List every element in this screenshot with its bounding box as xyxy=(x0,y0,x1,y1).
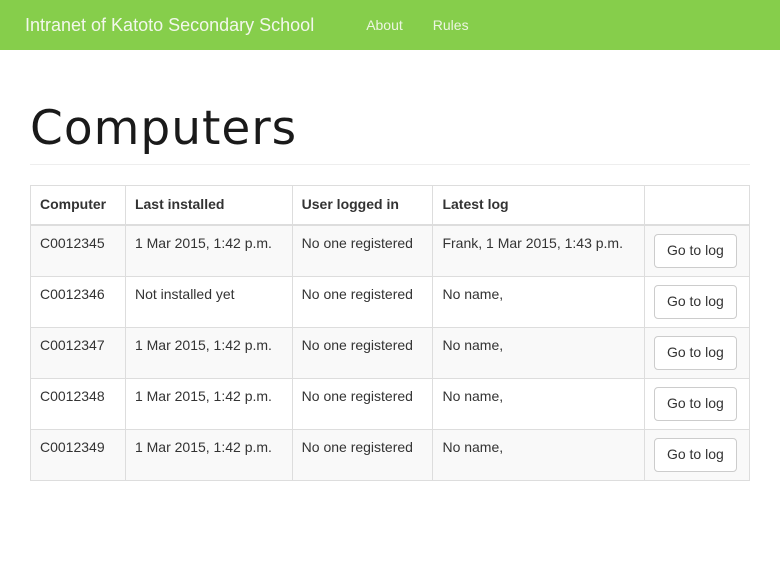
column-header-user-logged-in: User logged in xyxy=(292,185,433,224)
cell-computer: C0012346 xyxy=(31,276,126,327)
nav-link-rules[interactable]: Rules xyxy=(418,0,484,50)
cell-last-installed: 1 Mar 2015, 1:42 p.m. xyxy=(125,225,292,276)
page-container: Computers Computer Last installed User l… xyxy=(15,103,765,481)
go-to-log-button[interactable]: Go to log xyxy=(654,234,737,268)
cell-action: Go to log xyxy=(644,327,749,378)
column-header-latest-log: Latest log xyxy=(433,185,645,224)
cell-computer: C0012348 xyxy=(31,378,126,429)
navbar-item-rules: Rules xyxy=(418,0,484,50)
page-header: Computers xyxy=(30,103,750,165)
cell-action: Go to log xyxy=(644,276,749,327)
table-row: C0012346 Not installed yet No one regist… xyxy=(31,276,750,327)
go-to-log-button[interactable]: Go to log xyxy=(654,285,737,319)
table-row: C0012349 1 Mar 2015, 1:42 p.m. No one re… xyxy=(31,429,750,480)
navbar-inner: Intranet of Katoto Secondary School Abou… xyxy=(0,0,780,50)
cell-computer: C0012347 xyxy=(31,327,126,378)
column-header-computer: Computer xyxy=(31,185,126,224)
go-to-log-button[interactable]: Go to log xyxy=(654,438,737,472)
go-to-log-button[interactable]: Go to log xyxy=(654,387,737,421)
cell-latest-log: No name, xyxy=(433,327,645,378)
cell-latest-log: No name, xyxy=(433,429,645,480)
go-to-log-button[interactable]: Go to log xyxy=(654,336,737,370)
cell-latest-log: No name, xyxy=(433,378,645,429)
cell-action: Go to log xyxy=(644,429,749,480)
cell-user-logged-in: No one registered xyxy=(292,429,433,480)
cell-user-logged-in: No one registered xyxy=(292,276,433,327)
computers-table: Computer Last installed User logged in L… xyxy=(30,185,750,481)
cell-action: Go to log xyxy=(644,225,749,276)
cell-user-logged-in: No one registered xyxy=(292,225,433,276)
table-row: C0012347 1 Mar 2015, 1:42 p.m. No one re… xyxy=(31,327,750,378)
navbar-item-about: About xyxy=(351,0,418,50)
cell-computer: C0012345 xyxy=(31,225,126,276)
navbar-brand-link[interactable]: Intranet of Katoto Secondary School xyxy=(25,0,329,50)
column-header-last-installed: Last installed xyxy=(125,185,292,224)
cell-last-installed: 1 Mar 2015, 1:42 p.m. xyxy=(125,378,292,429)
navbar-nav: About Rules xyxy=(351,0,483,50)
top-navbar: Intranet of Katoto Secondary School Abou… xyxy=(0,0,780,50)
cell-latest-log: Frank, 1 Mar 2015, 1:43 p.m. xyxy=(433,225,645,276)
cell-computer: C0012349 xyxy=(31,429,126,480)
column-header-actions xyxy=(644,185,749,224)
cell-last-installed: 1 Mar 2015, 1:42 p.m. xyxy=(125,327,292,378)
table-row: C0012345 1 Mar 2015, 1:42 p.m. No one re… xyxy=(31,225,750,276)
cell-latest-log: No name, xyxy=(433,276,645,327)
cell-last-installed: Not installed yet xyxy=(125,276,292,327)
table-row: C0012348 1 Mar 2015, 1:42 p.m. No one re… xyxy=(31,378,750,429)
cell-action: Go to log xyxy=(644,378,749,429)
table-head: Computer Last installed User logged in L… xyxy=(31,185,750,224)
page-title: Computers xyxy=(30,103,750,155)
cell-last-installed: 1 Mar 2015, 1:42 p.m. xyxy=(125,429,292,480)
table-header-row: Computer Last installed User logged in L… xyxy=(31,185,750,224)
table-body: C0012345 1 Mar 2015, 1:42 p.m. No one re… xyxy=(31,225,750,480)
cell-user-logged-in: No one registered xyxy=(292,327,433,378)
cell-user-logged-in: No one registered xyxy=(292,378,433,429)
nav-link-about[interactable]: About xyxy=(351,0,418,50)
